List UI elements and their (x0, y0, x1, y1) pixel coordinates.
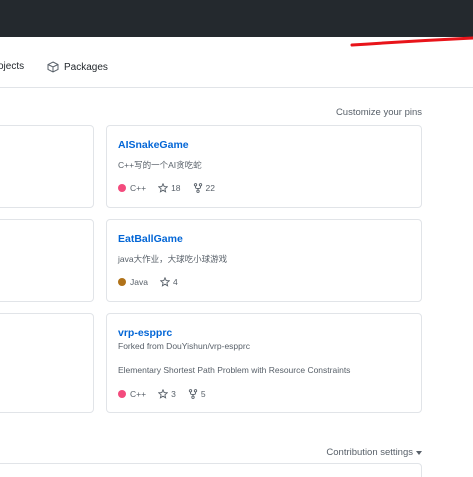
customize-pins-link[interactable]: Customize your pins (336, 107, 422, 118)
contribution-settings-dropdown[interactable]: Contribution settings (326, 447, 422, 458)
pinned-card-left-3[interactable] (0, 313, 94, 413)
repo-forks[interactable]: 22 (193, 183, 215, 193)
repo-description: Elementary Shortest Path Problem with Re… (118, 365, 351, 375)
repo-language: C++ (118, 389, 146, 399)
language-label: Java (130, 277, 148, 287)
star-icon (159, 277, 170, 287)
repo-forks[interactable]: 5 (188, 389, 206, 399)
repo-meta: C++ 18 22 (118, 183, 227, 193)
header-bar (0, 0, 473, 37)
red-annotation-stroke (350, 36, 473, 47)
language-color-dot (118, 390, 126, 398)
language-label: C++ (130, 183, 147, 193)
repo-stars[interactable]: 4 (159, 277, 178, 287)
stars-count: 3 (171, 389, 176, 399)
repo-title-link[interactable]: vrp-espprc (118, 327, 172, 339)
tab-packages-label: Packages (64, 61, 108, 73)
star-icon (158, 183, 169, 193)
tab-packages[interactable]: Packages (47, 61, 108, 73)
star-icon (158, 389, 169, 399)
tab-projects-label: ojects (0, 61, 25, 72)
repo-description: C++写的一个AI贪吃蛇 (118, 160, 202, 170)
forks-count: 5 (200, 389, 206, 399)
repo-description: java大作业，大球吃小球游戏 (118, 254, 228, 264)
tab-projects[interactable]: ojects (0, 61, 24, 72)
repo-meta: Java 4 (118, 277, 190, 287)
repo-title-link[interactable]: AISnakeGame (118, 139, 189, 151)
repo-language: Java (118, 277, 148, 287)
pinned-repo-card: vrp-espprc Forked from DouYishun/vrp-esp… (106, 313, 422, 413)
repo-stars[interactable]: 18 (158, 183, 181, 193)
contribution-graph-box (0, 463, 422, 477)
repo-title-link[interactable]: EatBallGame (118, 233, 183, 245)
stars-count: 4 (172, 277, 178, 287)
stars-count: 18 (171, 183, 181, 193)
language-color-dot (118, 278, 126, 286)
fork-icon (193, 183, 202, 193)
pinned-repo-card: EatBallGame java大作业，大球吃小球游戏 Java 4 (106, 219, 422, 302)
forks-count: 22 (205, 183, 216, 193)
profile-nav: ojects Packages (0, 48, 473, 88)
language-label: C++ (130, 389, 147, 399)
forked-from-link[interactable]: Forked from DouYishun/vrp-espprc (118, 341, 250, 351)
package-icon (47, 61, 59, 73)
pinned-card-left-1[interactable] (0, 125, 94, 208)
pinned-repo-card: AISnakeGame C++写的一个AI贪吃蛇 C++ 18 22 (106, 125, 422, 208)
language-color-dot (118, 184, 126, 192)
contribution-settings-label: Contribution settings (326, 447, 413, 458)
caret-down-icon (416, 450, 422, 455)
repo-language: C++ (118, 183, 146, 193)
repo-stars[interactable]: 3 (158, 389, 176, 399)
pinned-card-left-2[interactable] (0, 219, 94, 302)
repo-meta: C++ 3 5 (118, 389, 218, 399)
fork-icon (188, 389, 197, 399)
